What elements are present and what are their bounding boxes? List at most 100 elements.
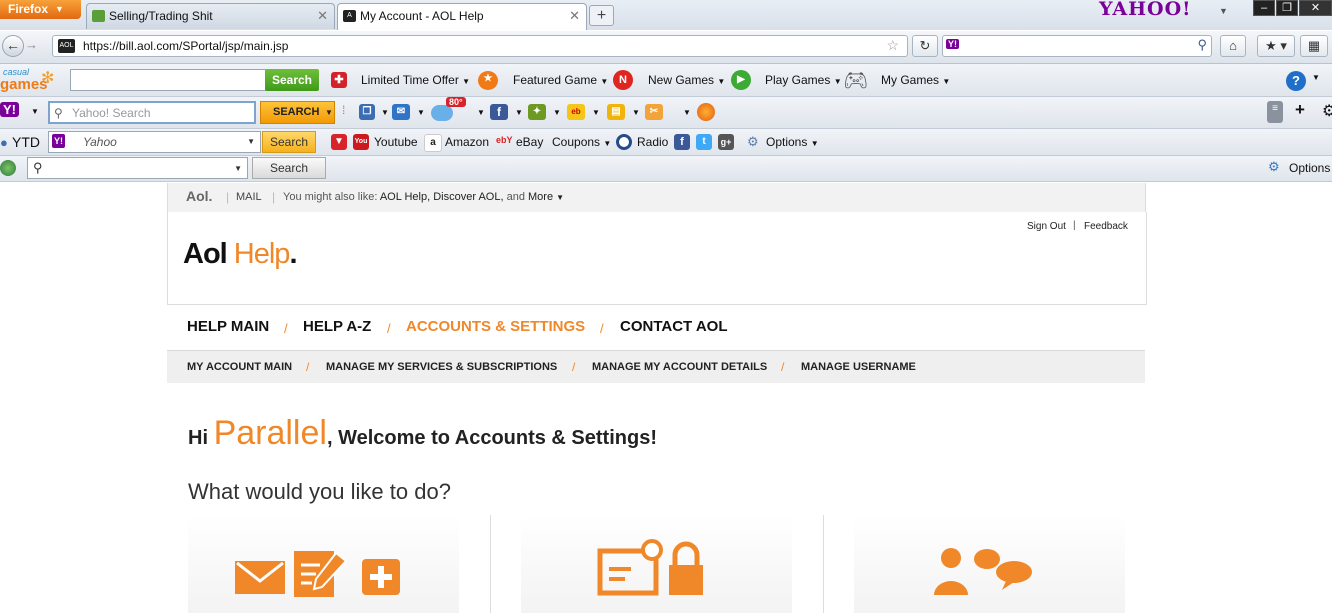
card-security[interactable] (521, 515, 792, 613)
search-engine-box[interactable]: Y! ⚲ (942, 35, 1212, 57)
search-toolbar-button[interactable]: Search (252, 157, 326, 179)
new-games-menu[interactable]: New Games ▼ (648, 73, 725, 87)
close-window-icon[interactable]: ✕ (1299, 0, 1332, 16)
nav-contact-aol[interactable]: CONTACT AOL (620, 318, 727, 335)
chevron-down-icon[interactable]: ▼ (592, 108, 600, 117)
options-gear-icon: ⚙ (747, 134, 759, 149)
bookmarks-icon[interactable]: ★ ▾ (1257, 35, 1295, 57)
download-icon[interactable]: ▼ (331, 134, 347, 150)
games-search-button[interactable]: Search (265, 69, 319, 91)
subnav-my-account-main[interactable]: MY ACCOUNT MAIN (187, 361, 292, 373)
chevron-down-icon[interactable]: ▼ (1219, 6, 1228, 16)
forward-icon[interactable]: → (25, 37, 38, 52)
nav-help-a-z[interactable]: HELP A-Z (303, 318, 371, 335)
games-search-input[interactable] (70, 69, 266, 91)
ytd-search-input[interactable]: Y! Yahoo ▼ (48, 131, 261, 153)
sign-out-link[interactable]: Sign Out (1027, 221, 1066, 232)
chevron-down-icon[interactable]: ▼ (632, 108, 640, 117)
site-identity-icon[interactable]: AOL (58, 39, 75, 53)
ebay-link[interactable]: eBay (516, 135, 543, 149)
yahoo-engine-icon[interactable]: Y! (52, 134, 65, 148)
tab-my-account[interactable]: A My Account - AOL Help ✕ (337, 3, 587, 30)
play-games-menu[interactable]: Play Games ▼ (765, 73, 842, 87)
chevron-down-icon[interactable]: ▼ (31, 107, 39, 116)
chevron-down-icon[interactable]: ▼ (381, 108, 389, 117)
my-games-menu[interactable]: My Games ▼ (881, 73, 950, 87)
bookmark-stack-icon[interactable]: ❐ (359, 104, 375, 120)
reload-icon[interactable]: ↻ (912, 35, 938, 57)
chevron-down-icon[interactable]: ▼ (553, 108, 561, 117)
amazon-icon: a (424, 134, 442, 152)
casual-games-toolbar: casual games ✻ Search ✚ Limited Time Off… (0, 64, 1332, 97)
feedback-link[interactable]: Feedback (1084, 221, 1128, 232)
close-tab-icon[interactable]: ✕ (569, 4, 580, 28)
subnav-manage-services[interactable]: MANAGE MY SERVICES & SUBSCRIPTIONS (326, 361, 557, 373)
facebook-icon[interactable]: f (490, 104, 508, 120)
google-plus-icon[interactable]: g+ (718, 134, 734, 150)
tab-selling-trading[interactable]: Selling/Trading Shit ✕ (86, 3, 335, 29)
home-icon[interactable]: ⌂ (1220, 35, 1246, 57)
minimize-icon[interactable]: – (1253, 0, 1275, 16)
aol-small-logo[interactable]: Aol. (186, 188, 212, 204)
ytd-search-button[interactable]: Search (262, 131, 316, 153)
radio-link[interactable]: Radio (637, 135, 668, 149)
subnav-manage-username[interactable]: MANAGE USERNAME (801, 361, 916, 373)
chevron-down-icon[interactable]: ▼ (234, 159, 242, 179)
new-tab-button[interactable]: + (589, 5, 614, 26)
weather-cloud-icon[interactable] (431, 105, 453, 121)
maximize-icon[interactable]: ❐ (1276, 0, 1298, 16)
list-icon[interactable]: ≡ (1267, 101, 1283, 123)
firefox-menu-button[interactable]: Firefox ▼ (0, 0, 81, 19)
youtube-link[interactable]: Youtube (374, 135, 418, 149)
firefox-icon[interactable] (697, 103, 715, 121)
yahoo-search-input[interactable]: ⚲ Yahoo! Search (48, 101, 256, 124)
gear-icon[interactable]: ⚙ (1322, 101, 1332, 121)
back-icon[interactable]: ← (2, 35, 24, 57)
ebay-icon[interactable]: eb (567, 104, 585, 120)
notes-icon[interactable]: ▤ (607, 104, 625, 120)
url-bar[interactable]: AOL https://bill.aol.com/SPortal/jsp/mai… (52, 35, 908, 57)
app-icon[interactable]: ✦ (528, 104, 546, 120)
chevron-down-icon[interactable]: ▼ (417, 108, 425, 117)
help-icon[interactable]: ? (1286, 71, 1306, 91)
search-toolbar-options[interactable]: Options (1289, 161, 1330, 175)
facebook-icon[interactable]: f (674, 134, 690, 150)
coupons-menu[interactable]: Coupons ▼ (552, 135, 611, 149)
subnav-manage-account-details[interactable]: MANAGE MY ACCOUNT DETAILS (592, 361, 767, 373)
bookmark-star-icon[interactable]: ☆ (886, 37, 899, 54)
nav-accounts-settings[interactable]: ACCOUNTS & SETTINGS (406, 318, 585, 335)
card-contacts[interactable] (854, 515, 1125, 613)
mail-icon[interactable]: ✉ (392, 104, 410, 120)
also-like-links[interactable]: AOL Help, Discover AOL, (380, 191, 504, 203)
search-icon[interactable]: ⚲ (1197, 37, 1207, 53)
greeting-hi: Hi (188, 427, 208, 449)
chevron-down-icon[interactable]: ▼ (247, 132, 255, 152)
chevron-down-icon[interactable]: ▼ (477, 108, 485, 117)
more-link[interactable]: More (528, 191, 553, 203)
search-toolbar-input[interactable]: ⚲ ▼ (27, 157, 248, 179)
chevron-down-icon[interactable]: ▼ (556, 193, 564, 202)
aol-help-logo[interactable]: Aol Help. (183, 238, 298, 271)
mail-link[interactable]: MAIL (236, 191, 262, 203)
chevron-down-icon[interactable]: ▼ (1312, 73, 1320, 82)
limited-time-offer-menu[interactable]: Limited Time Offer ▼ (361, 73, 470, 87)
chevron-down-icon[interactable]: ▼ (515, 108, 523, 117)
card-mail-edit-add[interactable] (188, 515, 459, 613)
add-icon[interactable]: + (1295, 100, 1305, 120)
twitter-icon[interactable]: t (696, 134, 712, 150)
featured-game-menu[interactable]: Featured Game ▼ (513, 73, 608, 87)
menu-label: Featured Game (513, 73, 598, 87)
firefox-menu-label: Firefox (8, 2, 49, 16)
addon-icon[interactable]: ▦ (1300, 35, 1328, 57)
yahoo-engine-icon[interactable]: Y! (946, 39, 959, 49)
aol-help-header: Aol Help. Sign Out | Feedback (167, 212, 1147, 305)
close-tab-icon[interactable]: ✕ (317, 4, 328, 28)
chevron-down-icon[interactable]: ▼ (683, 108, 691, 117)
options-menu[interactable]: Options ▼ (766, 135, 819, 149)
yahoo-toolbar-logo[interactable]: Y! (0, 102, 19, 117)
coupon-scissors-icon[interactable]: ✂ (645, 104, 663, 120)
amazon-link[interactable]: Amazon (445, 135, 489, 149)
chevron-down-icon: ▼ (462, 77, 471, 86)
nav-help-main[interactable]: HELP MAIN (187, 318, 269, 335)
yahoo-search-button[interactable]: SEARCH ▼ (260, 101, 335, 124)
